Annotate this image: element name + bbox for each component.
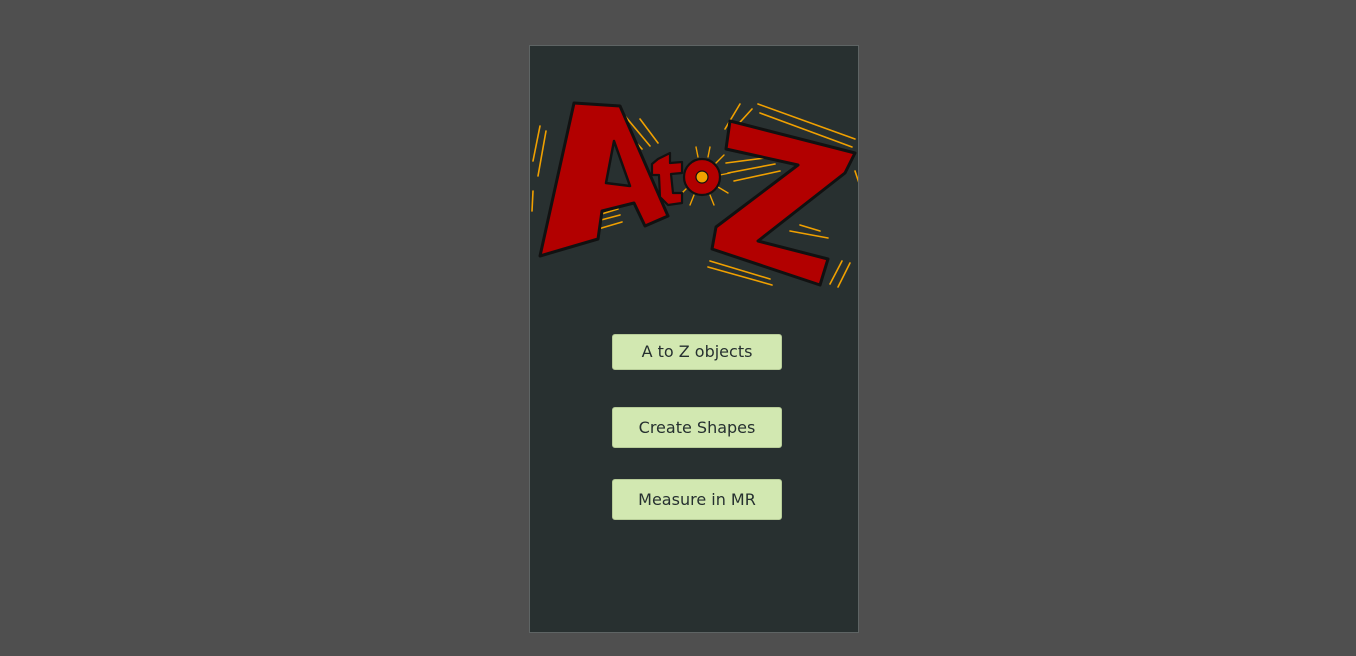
- a-to-z-objects-button[interactable]: A to Z objects: [612, 334, 782, 370]
- measure-in-mr-button[interactable]: Measure in MR: [612, 479, 782, 520]
- a-to-z-logo: [531, 101, 858, 288]
- app-viewport: A to Z objects Create Shapes Measure in …: [529, 45, 859, 633]
- logo-letter-a: [538, 101, 670, 258]
- logo-letter-z: [710, 119, 857, 287]
- create-shapes-button[interactable]: Create Shapes: [612, 407, 782, 448]
- logo-word-to: [650, 151, 722, 207]
